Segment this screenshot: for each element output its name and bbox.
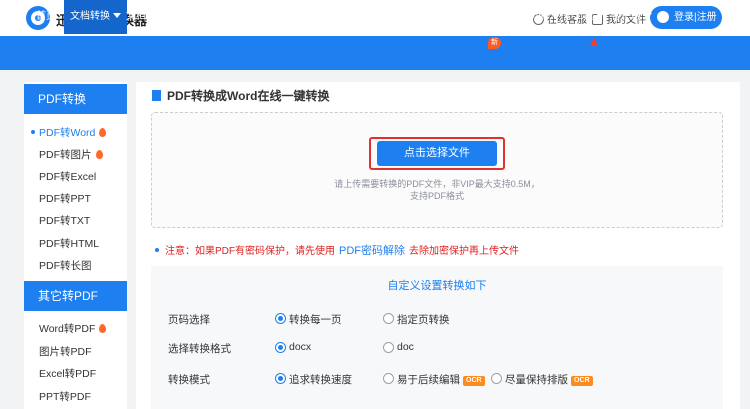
radio-convert-specified-pages[interactable]: 指定页转换 — [383, 312, 450, 327]
nav-client[interactable]: 客户端 — [611, 0, 652, 34]
sidebar-item-pdf-to-ppt[interactable]: PDF转PPT — [39, 191, 91, 206]
chevron-down-icon — [247, 13, 255, 18]
fire-icon — [99, 324, 107, 333]
radio-mode-keep-layout[interactable]: 尽量保持排版 OCR — [491, 372, 593, 387]
fire-icon — [99, 128, 107, 137]
sidebar-item-pdf-to-excel[interactable]: PDF转Excel — [39, 169, 96, 184]
sidebar-item-image-to-pdf[interactable]: 图片转PDF — [39, 344, 92, 359]
nav-home[interactable]: 首页 — [36, 0, 56, 34]
password-notice: 注意：如果PDF有密码保护，请先使用 PDF密码解除 去除加密保护再上传文件 — [155, 242, 519, 258]
radio-mode-editable[interactable]: 易于后续编辑 OCR — [383, 372, 485, 387]
page-title: PDF转换成Word在线一键转换 — [152, 87, 329, 104]
sidebar-item-pdf-to-html[interactable]: PDF转HTML — [39, 236, 99, 251]
radio-convert-every-page[interactable]: 转换每一页 — [275, 312, 342, 327]
login-register-button[interactable]: 登录|注册 — [650, 6, 722, 29]
sidebar-item-pdf-to-long-image[interactable]: PDF转长图 — [39, 258, 92, 273]
chevron-down-icon — [113, 13, 121, 18]
mode-select-label: 转换模式 — [168, 374, 210, 386]
nav-paper-check[interactable]: 论文查重 — [451, 0, 502, 34]
nav-speech-recognition[interactable]: 语音识别 — [256, 0, 307, 34]
chevron-down-icon — [438, 13, 446, 18]
format-select-label: 选择转换格式 — [168, 343, 231, 355]
chevron-down-icon — [551, 13, 559, 18]
sidebar-item-pdf-to-image[interactable]: PDF转图片 — [39, 147, 103, 162]
nav-av-convert[interactable]: 音视频转换 — [385, 0, 446, 34]
fire-icon — [95, 150, 103, 159]
sidebar-item-pdf-to-word[interactable]: PDF转Word — [30, 125, 107, 140]
nav-doc-convert[interactable]: 文档转换 — [64, 0, 127, 34]
page-select-label: 页码选择 — [168, 314, 210, 326]
chevron-down-icon — [299, 13, 307, 18]
chevron-down-icon — [376, 13, 384, 18]
chevron-down-icon — [644, 13, 652, 18]
chevron-down-icon — [494, 13, 502, 18]
new-badge: 新 — [488, 37, 501, 49]
nav-doc-process[interactable]: 文档处理 — [126, 0, 177, 34]
radio-format-doc[interactable]: doc — [383, 341, 414, 353]
radio-mode-speed[interactable]: 追求转换速度 — [275, 372, 352, 387]
sidebar-item-ppt-to-pdf[interactable]: PPT转PDF — [39, 389, 91, 404]
ocr-badge: OCR — [463, 376, 485, 386]
nav-image-ocr[interactable]: 图片文字识别 — [313, 0, 384, 34]
nav-special-features[interactable]: 特色功能 — [508, 0, 559, 34]
pdf-unlock-link[interactable]: PDF密码解除 — [339, 245, 405, 257]
nav-ai-tools[interactable]: AI工具 — [564, 0, 605, 34]
upload-hint: 请上传需要转换的PDF文件，非VIP最大支持0.5M， 支持PDF格式 — [334, 179, 540, 201]
document-icon — [152, 90, 161, 101]
upload-dropzone[interactable] — [151, 112, 723, 228]
radio-format-docx[interactable]: docx — [275, 341, 311, 353]
ocr-badge: OCR — [571, 376, 593, 386]
select-file-button[interactable]: 点击选择文件 — [377, 141, 497, 166]
settings-title: 自定义设置转换如下 — [387, 280, 487, 292]
sidebar-item-excel-to-pdf[interactable]: Excel转PDF — [39, 366, 96, 381]
login-register-label: 登录|注册 — [674, 12, 717, 23]
hot-flame-icon — [590, 38, 598, 46]
bullet-icon — [155, 248, 159, 252]
sidebar-item-word-to-pdf[interactable]: Word转PDF — [39, 321, 107, 336]
main-nav — [0, 36, 750, 70]
sidebar-item-pdf-to-txt[interactable]: PDF转TXT — [39, 213, 90, 228]
chevron-down-icon — [596, 13, 605, 18]
sidebar-group-to-pdf: 其它转PDF — [24, 281, 127, 311]
user-avatar-icon — [657, 11, 669, 23]
chevron-down-icon — [169, 13, 177, 18]
nav-doc-translate[interactable]: 文档文本翻译 — [184, 0, 255, 34]
sidebar-group-pdf-convert: PDF转换 — [24, 84, 127, 114]
